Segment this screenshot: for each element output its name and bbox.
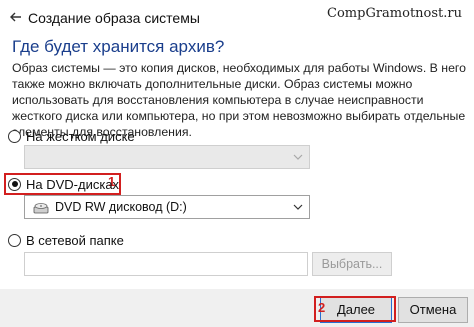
network-path-input[interactable] (24, 252, 308, 276)
chevron-down-icon[interactable] (293, 203, 303, 211)
window-title: Создание образа системы (28, 10, 200, 26)
dialog-footer: Далее Отмена (0, 289, 474, 327)
back-arrow-icon[interactable] (8, 9, 24, 25)
radio-network-label: В сетевой папке (26, 232, 124, 248)
cancel-button[interactable]: Отмена (398, 297, 468, 323)
radio-hard-disk-label: На жестком диске (26, 128, 135, 144)
radio-dvd-label: На DVD-дисках (26, 176, 120, 192)
page-heading: Где будет хранится архив? (12, 37, 225, 56)
annotation-badge-2: 2 (318, 300, 326, 315)
dvd-drive-icon (33, 203, 49, 214)
chevron-down-icon (293, 154, 303, 160)
watermark-text: CompGramotnost.ru (327, 6, 462, 21)
hard-disk-select (24, 145, 310, 169)
radio-button-selected[interactable] (8, 177, 21, 191)
title-bar: Создание образа системы CompGramotnost.r… (0, 0, 474, 34)
browse-button[interactable]: Выбрать... (312, 252, 392, 276)
radio-network-folder[interactable]: В сетевой папке (8, 232, 124, 248)
radio-dvd[interactable]: На DVD-дисках (8, 176, 119, 192)
dvd-drive-value: DVD RW дисковод (D:) (55, 200, 187, 214)
radio-button[interactable] (8, 233, 21, 247)
dvd-drive-select[interactable]: DVD RW дисковод (D:) (24, 195, 310, 219)
radio-button[interactable] (8, 129, 21, 143)
radio-hard-disk[interactable]: На жестком диске (8, 128, 135, 144)
highlight-frame-next (314, 296, 396, 322)
